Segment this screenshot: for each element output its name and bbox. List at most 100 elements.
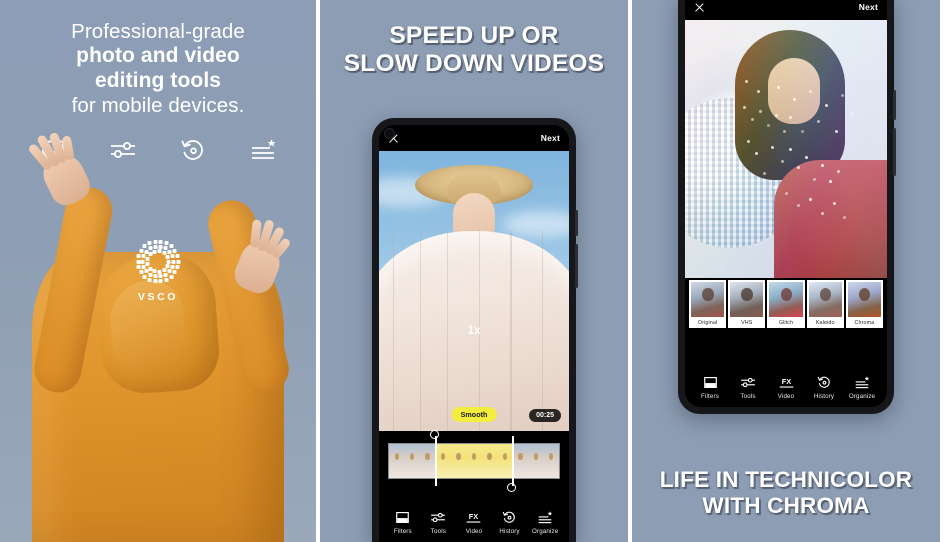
timeline-frame[interactable] — [544, 444, 559, 478]
timeline-frame[interactable] — [513, 444, 528, 478]
timeline-frame[interactable] — [420, 444, 435, 478]
nav-item-label: Tools — [740, 393, 755, 400]
phone-mockup-2: Next 1x Smooth 00:25 Filters Tools FX Vi… — [372, 118, 576, 542]
filter-preview-image — [809, 282, 842, 317]
front-camera — [384, 128, 395, 139]
nav-item-filters[interactable]: Filters — [691, 375, 729, 400]
fx-icon: FX — [778, 375, 795, 390]
timeline-frame-selected[interactable] — [497, 444, 512, 478]
timeline-knob-left[interactable] — [430, 430, 439, 439]
timeline-frame-selected[interactable] — [466, 444, 481, 478]
volume-button — [893, 90, 896, 120]
history-rewind-icon — [178, 135, 208, 165]
nav-item-organize[interactable]: Organize — [527, 510, 563, 535]
volume-button — [575, 210, 578, 236]
history-rewind-icon — [817, 375, 832, 390]
filter-thumb-vhs[interactable]: VHS — [728, 280, 765, 328]
panel3-caption: LIFE IN TECHNICOLOR WITH CHROMA — [632, 467, 940, 518]
filters-icon — [395, 510, 410, 525]
rainbow-overlay — [685, 20, 887, 278]
organize-star-icon — [248, 135, 278, 165]
filters-icon — [703, 375, 718, 390]
organize-star-icon — [854, 375, 870, 390]
phone-screen-3: Next Original VHS Glitch Kaleido Chroma Filt… — [685, 0, 887, 407]
panel2-caption-line-2: SLOW DOWN VIDEOS — [320, 50, 628, 78]
speed-marker: 1x — [467, 323, 480, 337]
screenshot-panel-3: Next Original VHS Glitch Kaleido Chroma Filt… — [632, 0, 940, 542]
timeline-handle-right[interactable] — [512, 436, 514, 486]
nav-item-label: Filters — [701, 393, 719, 400]
filter-thumb-glitch[interactable]: Glitch — [767, 280, 804, 328]
organize-star-icon — [537, 510, 553, 525]
headline-line-4: for mobile devices. — [0, 94, 316, 118]
nav-item-label: Organize — [532, 528, 558, 535]
screenshot-gallery: Professional-grade photo and video editi… — [0, 0, 948, 542]
filter-label: Glitch — [769, 317, 802, 328]
filter-label: VHS — [730, 317, 763, 328]
tools-sliders-icon — [108, 135, 138, 165]
power-button — [575, 244, 578, 288]
timeline-frame[interactable] — [389, 444, 404, 478]
timeline-knob-right[interactable] — [507, 483, 516, 492]
nav-item-video[interactable]: FX Video — [456, 510, 492, 535]
next-button[interactable]: Next — [859, 2, 878, 12]
filter-preview-image — [769, 282, 802, 317]
tools-sliders-icon — [740, 375, 756, 390]
filter-preview-image — [691, 282, 724, 317]
vsco-wordmark: VSCO — [138, 291, 178, 303]
headline-line-1: Professional-grade — [0, 20, 316, 44]
smooth-badge[interactable]: Smooth — [452, 407, 497, 422]
filter-thumb-original[interactable]: Original — [689, 280, 726, 328]
panel1-headline: Professional-grade photo and video editi… — [0, 20, 316, 118]
vsco-circle-logo — [135, 238, 182, 285]
nav-item-video[interactable]: FX Video — [767, 375, 805, 400]
headline-line-2: photo and video — [0, 44, 316, 69]
phone-mockup-3: Next Original VHS Glitch Kaleido Chroma Filt… — [678, 0, 894, 414]
close-icon[interactable] — [694, 2, 705, 13]
editor-navbar-3: Filters Tools FX Video History Organize — [685, 367, 887, 407]
video-preview[interactable]: 1x Smooth 00:25 — [379, 151, 569, 431]
nav-item-label: History — [499, 528, 519, 535]
panel2-caption-line-1: SPEED UP OR — [320, 22, 628, 50]
filter-thumb-kaleido[interactable]: Kaleido — [807, 280, 844, 328]
nav-item-label: Video — [778, 393, 794, 400]
duration-badge: 00:25 — [529, 409, 561, 422]
timeline-frame[interactable] — [404, 444, 419, 478]
timeline-frame-selected[interactable] — [451, 444, 466, 478]
phone-screen-2: Next 1x Smooth 00:25 Filters Tools FX Vi… — [379, 125, 569, 542]
filter-thumbnail-strip: Original VHS Glitch Kaleido Chroma — [685, 278, 887, 330]
panel2-caption: SPEED UP OR SLOW DOWN VIDEOS — [320, 22, 628, 77]
timeline-frame-selected[interactable] — [482, 444, 497, 478]
nav-item-label: Video — [466, 528, 482, 535]
filter-label: Original — [691, 317, 724, 328]
nav-item-label: Filters — [394, 528, 412, 535]
svg-text:FX: FX — [469, 512, 478, 521]
nav-item-history[interactable]: History — [492, 510, 528, 535]
panel3-caption-line-2: WITH CHROMA — [632, 493, 940, 518]
next-button[interactable]: Next — [541, 133, 560, 143]
nav-item-tools[interactable]: Tools — [421, 510, 457, 535]
panel3-caption-line-1: LIFE IN TECHNICOLOR — [632, 467, 940, 492]
timeline-handle-left[interactable] — [435, 436, 437, 486]
video-timeline[interactable] — [388, 443, 560, 479]
filter-thumb-chroma[interactable]: Chroma — [846, 280, 883, 328]
nav-item-organize[interactable]: Organize — [843, 375, 881, 400]
power-button — [893, 128, 896, 176]
editor-topbar-2: Next — [379, 125, 569, 151]
nav-item-label: Tools — [431, 528, 446, 535]
cloud — [503, 211, 569, 237]
timeline-frame-selected[interactable] — [435, 444, 450, 478]
nav-item-tools[interactable]: Tools — [729, 375, 767, 400]
svg-text:FX: FX — [781, 377, 790, 386]
screenshot-panel-1: Professional-grade photo and video editi… — [0, 0, 316, 542]
vsco-brand: VSCO — [135, 238, 182, 303]
filter-label: Chroma — [848, 317, 881, 328]
chroma-photo-preview[interactable] — [685, 20, 887, 278]
history-rewind-icon — [502, 510, 517, 525]
nav-item-label: History — [814, 393, 834, 400]
nav-item-history[interactable]: History — [805, 375, 843, 400]
nav-item-filters[interactable]: Filters — [385, 510, 421, 535]
filter-preview-image — [848, 282, 881, 317]
headline-line-3: editing tools — [0, 69, 316, 94]
timeline-frame[interactable] — [528, 444, 543, 478]
